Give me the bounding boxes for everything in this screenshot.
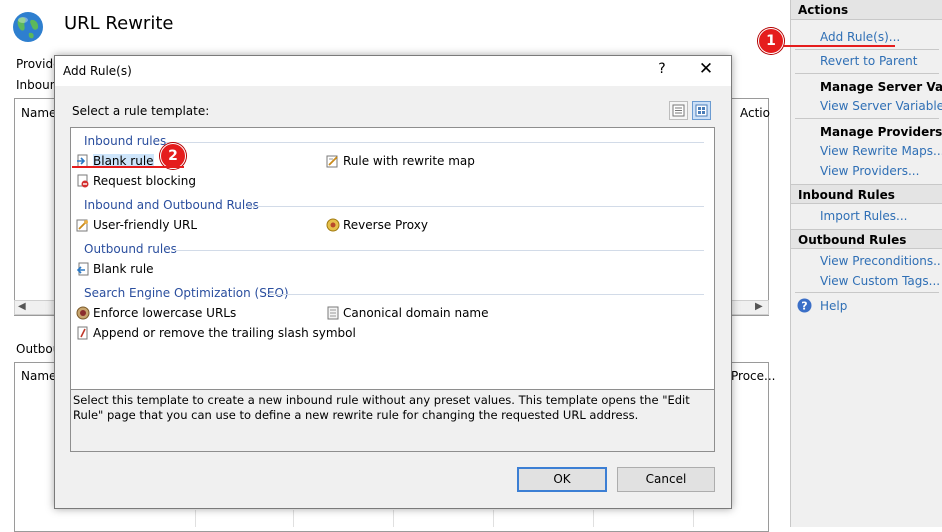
scroll-left-icon[interactable]: ◀ — [18, 301, 26, 312]
inbound-rules-heading: Inbound Rules — [791, 184, 942, 204]
step-1-badge: 1 — [758, 28, 784, 54]
dialog-close-button[interactable]: ✕ — [697, 59, 715, 79]
view-providers-link[interactable]: View Providers... — [820, 164, 919, 178]
enforce-lowercase-icon — [76, 306, 90, 320]
outbound-blank-rule-icon — [76, 262, 89, 276]
template-description: Select this template to create a new inb… — [70, 390, 715, 452]
group-outbound-rules: Outbound rules — [84, 242, 177, 256]
add-rules-dialog: Add Rule(s) ? ✕ Select a rule template: … — [54, 55, 732, 509]
reverse-proxy-label: Reverse Proxy — [343, 218, 428, 232]
url-rewrite-globe-icon — [13, 12, 43, 42]
scroll-right-icon[interactable]: ▶ — [755, 301, 763, 312]
inbound-rules-label: Inboun — [16, 78, 58, 92]
request-blocking-icon — [77, 174, 89, 188]
cancel-button[interactable]: Cancel — [617, 467, 715, 492]
view-rewrite-maps-link[interactable]: View Rewrite Maps... — [820, 144, 942, 158]
ok-button[interactable]: OK — [517, 467, 607, 492]
dialog-titlebar[interactable]: Add Rule(s) ? ✕ — [55, 56, 731, 86]
template-request-blocking[interactable]: Request blocking — [76, 174, 196, 188]
outbound-rules-heading: Outbound Rules — [791, 229, 942, 249]
outbound-col-name[interactable]: Name — [21, 369, 56, 383]
manage-providers-heading: Manage Providers — [820, 125, 942, 139]
help-icon[interactable]: ? — [797, 298, 812, 313]
details-view-button[interactable] — [669, 101, 688, 120]
rewrite-map-icon — [326, 155, 338, 168]
page-title: URL Rewrite — [64, 13, 174, 34]
trailing-slash-label: Append or remove the trailing slash symb… — [93, 326, 356, 340]
template-enforce-lowercase-urls[interactable]: Enforce lowercase URLs — [76, 306, 236, 320]
inbound-col-action[interactable]: Actio — [740, 106, 770, 120]
revert-to-parent-link[interactable]: Revert to Parent — [820, 54, 917, 68]
template-reverse-proxy[interactable]: Reverse Proxy — [326, 218, 428, 232]
outbound-blank-rule-label: Blank rule — [93, 262, 154, 276]
help-link[interactable]: Help — [820, 299, 847, 313]
details-view-icon — [672, 104, 685, 117]
group-seo: Search Engine Optimization (SEO) — [84, 286, 289, 300]
select-template-label: Select a rule template: — [72, 104, 210, 118]
dialog-title: Add Rule(s) — [63, 64, 132, 78]
manage-server-variables-heading: Manage Server Variab — [820, 80, 942, 94]
actions-pane: Actions Add Rule(s)... Revert to Parent … — [790, 0, 942, 527]
group-inbound-rules: Inbound rules — [84, 134, 167, 148]
view-custom-tags-link[interactable]: View Custom Tags... — [820, 274, 940, 288]
inbound-col-name[interactable]: Name — [21, 106, 56, 120]
trailing-slash-icon — [77, 326, 88, 340]
outbound-col-precondition[interactable]: Proce... — [731, 369, 775, 383]
add-rules-link[interactable]: Add Rule(s)... — [820, 30, 900, 44]
tiles-view-button[interactable] — [692, 101, 711, 120]
tiles-view-icon — [695, 104, 708, 117]
view-preconditions-link[interactable]: View Preconditions... — [820, 254, 942, 268]
template-canonical-domain-name[interactable]: Canonical domain name — [326, 306, 489, 320]
step-1-underline — [784, 45, 895, 47]
template-rule-with-rewrite-map[interactable]: Rule with rewrite map — [326, 154, 475, 168]
dialog-help-button[interactable]: ? — [655, 61, 669, 77]
template-trailing-slash[interactable]: Append or remove the trailing slash symb… — [76, 326, 356, 340]
user-friendly-url-label: User-friendly URL — [93, 218, 198, 232]
request-blocking-label: Request blocking — [93, 174, 196, 188]
svg-text:?: ? — [801, 300, 807, 313]
template-outbound-blank-rule[interactable]: Blank rule — [76, 262, 154, 276]
enforce-lowercase-label: Enforce lowercase URLs — [93, 306, 237, 320]
import-rules-link[interactable]: Import Rules... — [820, 209, 907, 223]
template-user-friendly-url[interactable]: User-friendly URL — [76, 218, 197, 232]
group-inbound-outbound-rules: Inbound and Outbound Rules — [84, 198, 259, 212]
canonical-domain-label: Canonical domain name — [343, 306, 489, 320]
step-2-underline — [72, 166, 184, 168]
rule-with-rewrite-map-label: Rule with rewrite map — [343, 154, 475, 168]
reverse-proxy-icon — [326, 218, 340, 232]
actions-header: Actions — [791, 0, 942, 20]
view-server-variables-link[interactable]: View Server Variables... — [820, 99, 942, 113]
canonical-domain-icon — [327, 306, 339, 320]
user-friendly-url-icon — [76, 219, 88, 232]
